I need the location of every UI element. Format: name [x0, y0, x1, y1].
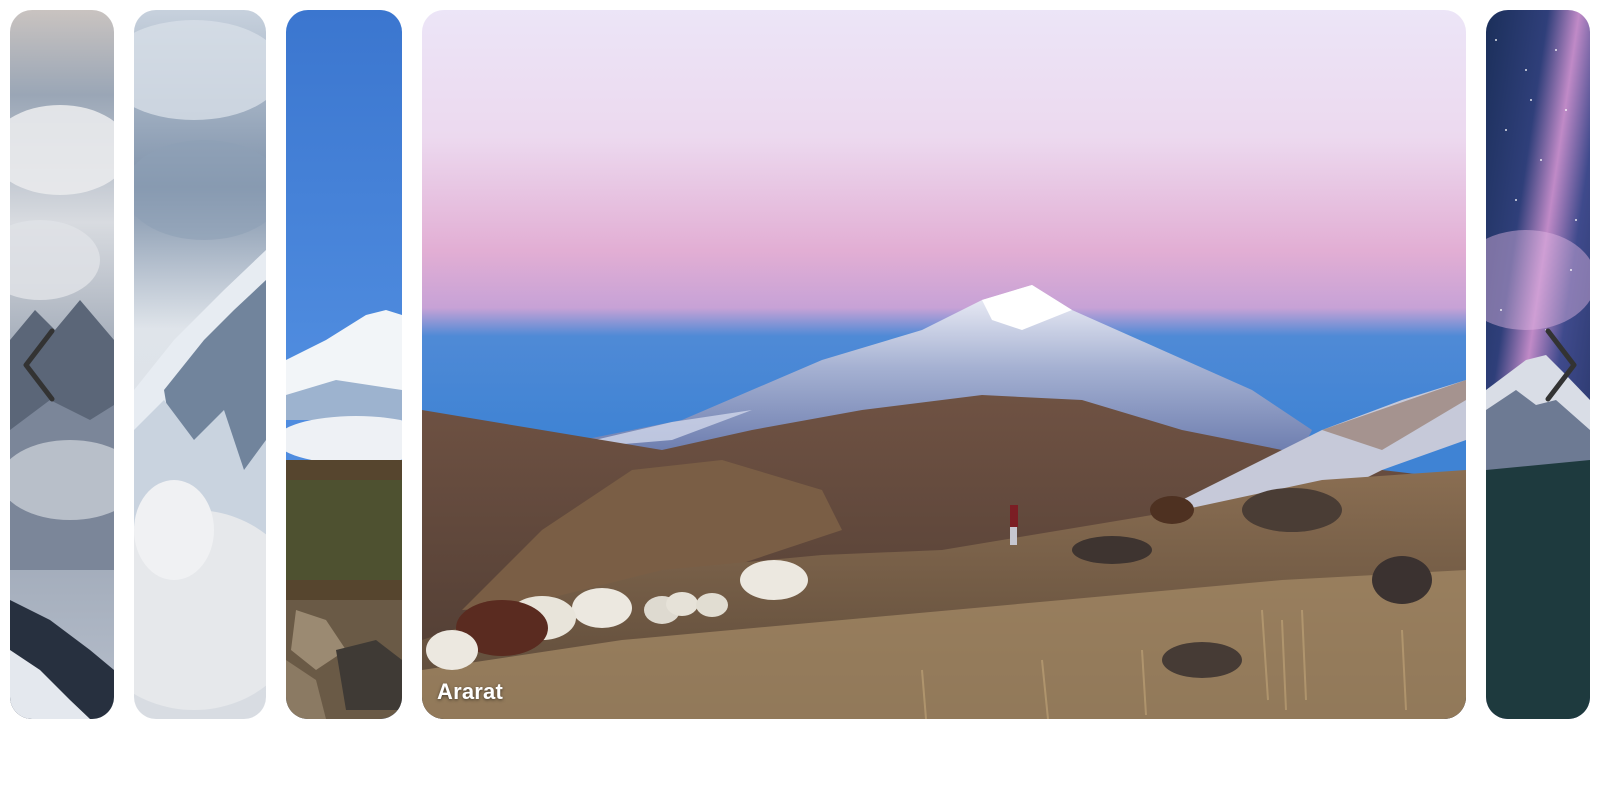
- image-carousel: Ararat: [0, 0, 1600, 789]
- chevron-left-icon: [23, 328, 55, 402]
- slide-caption: Ararat: [437, 679, 504, 704]
- next-slide-button[interactable]: [1536, 325, 1584, 405]
- previous-slide-button[interactable]: [16, 325, 64, 405]
- snowy-peak-image: [134, 10, 266, 719]
- ararat-image: [422, 10, 1466, 719]
- slide-snowy-peak[interactable]: [134, 10, 266, 719]
- chevron-right-icon: [1545, 328, 1577, 402]
- slide-blue-sky-summit[interactable]: [286, 10, 402, 719]
- blue-sky-summit-image: [286, 10, 402, 719]
- slide-ararat-active[interactable]: Ararat: [422, 10, 1466, 719]
